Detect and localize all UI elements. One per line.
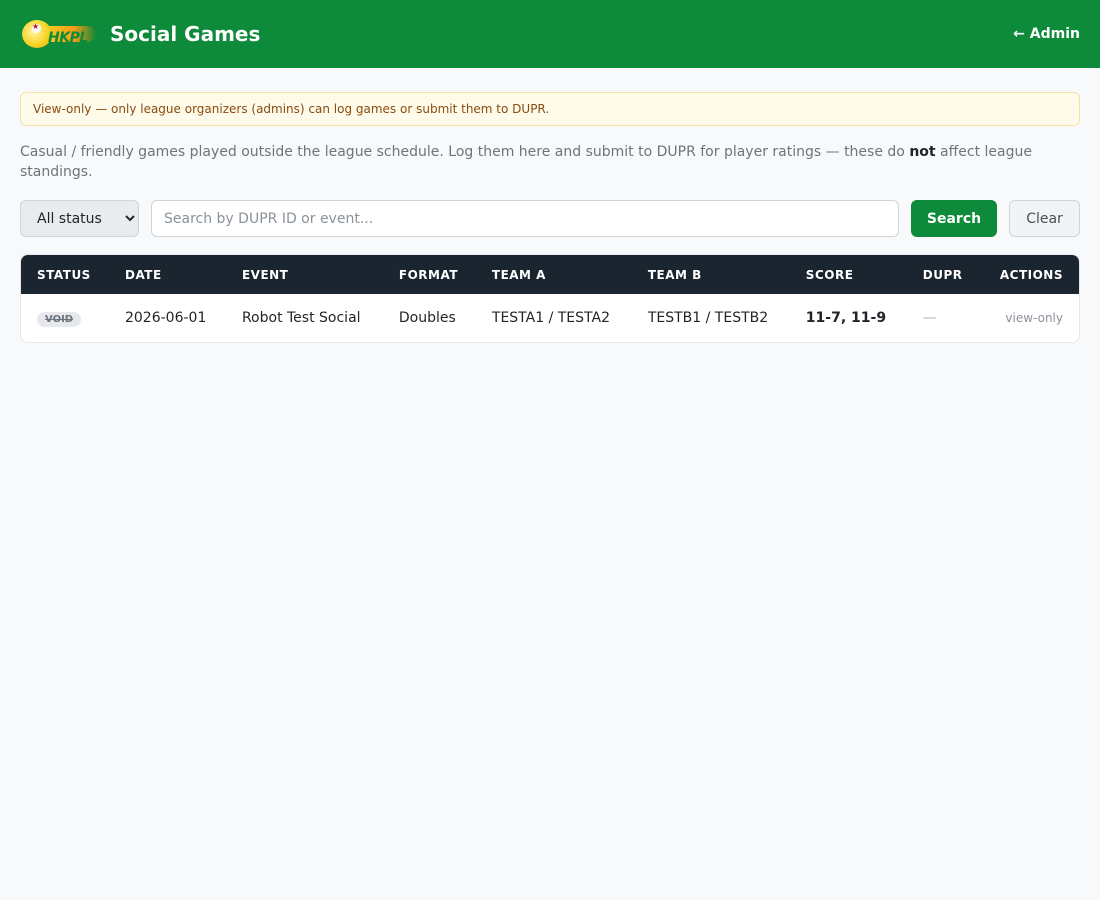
main-content: View-only — only league organizers (admi… [0,68,1100,343]
dupr-cell: — [922,310,937,326]
description-text: Casual / friendly games played outside t… [20,144,910,160]
team-a-cell: TESTA1 / TESTA2 [491,310,610,326]
status-filter-select[interactable]: All status [20,200,139,237]
status-badge: VOID [37,311,82,327]
view-only-alert: View-only — only league organizers (admi… [20,92,1080,126]
social-games-table: STATUS DATE EVENT FORMAT TEAM A TEAM B S… [20,254,1080,343]
description-emphasis: not [909,144,936,160]
column-header-score[interactable]: SCORE [789,255,907,294]
search-button[interactable]: Search [911,200,997,237]
back-to-admin-link[interactable]: ← Admin [1013,26,1080,42]
event-cell: Robot Test Social [241,310,361,326]
top-bar: HKPL Social Games ← Admin [0,0,1100,68]
clear-button[interactable]: Clear [1009,200,1080,237]
column-header-format[interactable]: FORMAT [382,255,476,294]
status-cell: VOID [21,294,109,342]
score-cell: 11-7, 11-9 [805,310,887,326]
page-description: Casual / friendly games played outside t… [20,142,1080,182]
date-cell: 2026-06-01 [124,310,207,326]
column-header-status[interactable]: STATUS [21,255,109,294]
team-b-cell: TESTB1 / TESTB2 [647,310,769,326]
column-header-team-b[interactable]: TEAM B [631,255,790,294]
column-header-actions: ACTIONS [983,255,1079,294]
page-title: Social Games [110,22,261,46]
column-header-date[interactable]: DATE [108,255,226,294]
logo-text: HKPL [48,30,88,46]
column-header-dupr[interactable]: DUPR [906,255,984,294]
actions-cell: view-only [1005,311,1063,325]
alert-text: View-only — only league organizers (admi… [33,102,550,116]
hkpl-logo[interactable]: HKPL [20,18,96,50]
table-row[interactable]: VOID 2026-06-01 Robot Test Social Double… [21,294,1079,342]
search-input[interactable] [151,200,899,237]
format-cell: Doubles [398,310,456,326]
column-header-team-a[interactable]: TEAM A [475,255,632,294]
table-header-row: STATUS DATE EVENT FORMAT TEAM A TEAM B S… [21,255,1079,294]
column-header-event[interactable]: EVENT [225,255,383,294]
filter-bar: All status Search Clear [20,200,1080,237]
